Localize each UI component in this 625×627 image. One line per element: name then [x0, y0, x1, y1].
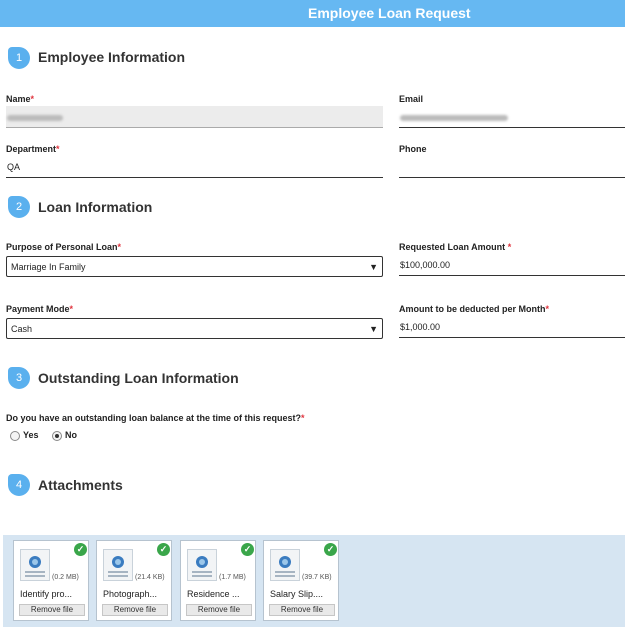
section-title-outstanding-loan: Outstanding Loan Information [38, 370, 239, 386]
form-title: Employee Loan Request [308, 5, 471, 21]
text-lines-icon [108, 571, 128, 573]
globe-icon [112, 556, 124, 568]
globe-icon [279, 556, 291, 568]
section-title-attachments: Attachments [38, 477, 123, 493]
globe-icon [196, 556, 208, 568]
remove-file-button[interactable]: Remove file [19, 604, 85, 616]
section-badge-3: 3 [8, 367, 30, 389]
deduct-amount-label: Amount to be deducted per Month* [399, 304, 550, 314]
section-badge-2: 2 [8, 196, 30, 218]
email-label: Email [399, 94, 424, 104]
radio-no-label[interactable]: No [65, 430, 77, 440]
requested-amount-label: Requested Loan Amount * [399, 242, 512, 252]
attachment-tile[interactable]: ✓ (1.7 MB) Residence ... Remove file [180, 540, 256, 621]
redacted-email [400, 114, 508, 121]
attachment-tile[interactable]: ✓ (21.4 KB) Photograph... Remove file [96, 540, 172, 621]
dropdown-caret-icon: ▼ [369, 262, 378, 272]
requested-amount-field[interactable]: $100,000.00 [399, 254, 625, 276]
radio-no[interactable] [52, 431, 62, 441]
payment-mode-value: Cash [11, 324, 33, 334]
section-badge-1: 1 [8, 47, 30, 69]
purpose-select[interactable]: Marriage In Family ▼ [6, 256, 383, 277]
text-lines-icon [192, 571, 212, 573]
file-size: (21.4 KB) [135, 574, 165, 581]
department-field[interactable]: QA [6, 156, 383, 178]
deduct-amount-field[interactable]: $1,000.00 [399, 316, 625, 338]
upload-success-check-icon: ✓ [241, 543, 254, 556]
radio-yes[interactable] [10, 431, 20, 441]
purpose-label: Purpose of Personal Loan* [6, 242, 122, 252]
file-size: (0.2 MB) [52, 574, 79, 581]
attachments-dropzone[interactable]: ✓ (0.2 MB) Identify pro... Remove file ✓ (21.… [3, 535, 625, 627]
file-name: Photograph... [103, 589, 158, 599]
remove-file-button[interactable]: Remove file [102, 604, 168, 616]
section-badge-4: 4 [8, 474, 30, 496]
section-title-loan-information: Loan Information [38, 199, 153, 215]
file-thumbnail-icon [103, 549, 133, 581]
file-name: Residence ... [187, 589, 240, 599]
required-mark: * [69, 304, 74, 314]
name-label: Name* [6, 94, 35, 104]
text-lines-icon [25, 571, 45, 573]
text-lines-icon [275, 571, 295, 573]
phone-field[interactable] [399, 156, 625, 178]
outstanding-radio-group: Yes No [10, 430, 77, 442]
file-thumbnail-icon [187, 549, 217, 581]
required-mark: * [507, 242, 512, 252]
globe-icon [29, 556, 41, 568]
text-lines-icon [275, 575, 295, 577]
upload-success-check-icon: ✓ [74, 543, 87, 556]
required-mark: * [545, 304, 550, 314]
email-field[interactable] [399, 106, 625, 128]
file-thumbnail-icon [20, 549, 50, 581]
file-size: (1.7 MB) [219, 574, 246, 581]
radio-yes-label[interactable]: Yes [23, 430, 39, 440]
text-lines-icon [192, 575, 212, 577]
remove-file-button[interactable]: Remove file [186, 604, 252, 616]
file-size: (39.7 KB) [302, 574, 332, 581]
form-header: Employee Loan Request [0, 0, 625, 27]
attachment-tile[interactable]: ✓ (39.7 KB) Salary Slip.... Remove file [263, 540, 339, 621]
file-name: Identify pro... [20, 589, 73, 599]
required-mark: * [56, 144, 60, 154]
name-field[interactable] [6, 106, 383, 128]
required-mark: * [117, 242, 122, 252]
redacted-name [7, 114, 63, 121]
upload-success-check-icon: ✓ [324, 543, 337, 556]
required-mark: * [301, 413, 305, 423]
section-title-employee-information: Employee Information [38, 49, 186, 65]
purpose-value: Marriage In Family [11, 262, 86, 272]
payment-mode-select[interactable]: Cash ▼ [6, 318, 383, 339]
file-thumbnail-icon [270, 549, 300, 581]
attachment-tile[interactable]: ✓ (0.2 MB) Identify pro... Remove file [13, 540, 89, 621]
dropdown-caret-icon: ▼ [369, 324, 378, 334]
upload-success-check-icon: ✓ [157, 543, 170, 556]
department-label: Department* [6, 144, 60, 154]
required-mark: * [30, 94, 35, 104]
text-lines-icon [25, 575, 45, 577]
phone-label: Phone [399, 144, 427, 154]
file-name: Salary Slip.... [270, 589, 324, 599]
remove-file-button[interactable]: Remove file [269, 604, 335, 616]
text-lines-icon [108, 575, 128, 577]
outstanding-question: Do you have an outstanding loan balance … [6, 413, 305, 423]
payment-mode-label: Payment Mode* [6, 304, 74, 314]
